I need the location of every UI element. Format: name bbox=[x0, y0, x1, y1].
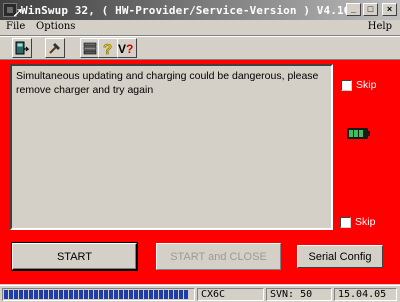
menu-help[interactable]: Help bbox=[368, 20, 392, 34]
minimize-button[interactable]: _ bbox=[346, 3, 361, 16]
progress-segment bbox=[179, 290, 183, 299]
toolbar: ? V ? bbox=[0, 35, 400, 60]
phone-battery-icon bbox=[347, 128, 370, 139]
window-controls: _ □ × bbox=[346, 3, 397, 16]
help-button[interactable]: ? bbox=[98, 38, 118, 58]
close-button[interactable]: × bbox=[382, 3, 397, 16]
status-svn: SVN: 50 bbox=[266, 288, 332, 301]
progress-segment bbox=[79, 290, 83, 299]
skip-top-option[interactable]: Skip bbox=[341, 79, 376, 91]
hammer-icon bbox=[49, 43, 60, 54]
mouse-cursor-icon: ➚ bbox=[12, 4, 24, 20]
progress-bar bbox=[2, 288, 195, 301]
skip-bottom-checkbox[interactable] bbox=[340, 216, 351, 228]
skip-bottom-option[interactable]: Skip bbox=[340, 216, 375, 228]
books-icon bbox=[83, 42, 97, 55]
menu-file[interactable]: File bbox=[6, 20, 25, 34]
serial-config-button[interactable]: Serial Config bbox=[297, 245, 383, 268]
progress-segment bbox=[44, 290, 48, 299]
message-box[interactable]: Simultaneous updating and charging could… bbox=[10, 64, 333, 230]
skip-top-checkbox[interactable] bbox=[341, 79, 352, 91]
progress-segment bbox=[149, 290, 153, 299]
main-panel: Simultaneous updating and charging could… bbox=[0, 60, 400, 284]
progress-segment bbox=[39, 290, 43, 299]
progress-segment bbox=[144, 290, 148, 299]
progress-segment bbox=[134, 290, 138, 299]
application-window: WinSwup 32, ( HW-Provider/Service-Versio… bbox=[0, 0, 400, 302]
progress-segment bbox=[114, 290, 118, 299]
progress-segment bbox=[124, 290, 128, 299]
progress-segment bbox=[109, 290, 113, 299]
version-query-button[interactable]: V ? bbox=[117, 38, 137, 58]
question-icon: ? bbox=[103, 41, 113, 56]
progress-segment bbox=[174, 290, 178, 299]
progress-segment bbox=[84, 290, 88, 299]
progress-segment bbox=[19, 290, 23, 299]
skip-top-label: Skip bbox=[356, 79, 377, 91]
window-title: WinSwup 32, ( HW-Provider/Service-Versio… bbox=[21, 3, 351, 17]
hammer-button[interactable] bbox=[45, 38, 65, 58]
skip-bottom-label: Skip bbox=[355, 216, 376, 228]
progress-segment bbox=[29, 290, 33, 299]
start-button[interactable]: START bbox=[12, 243, 137, 270]
progress-segment bbox=[49, 290, 53, 299]
maximize-button[interactable]: □ bbox=[363, 3, 378, 16]
progress-segment bbox=[154, 290, 158, 299]
progress-segment bbox=[94, 290, 98, 299]
progress-segment bbox=[164, 290, 168, 299]
status-model: CX6C bbox=[197, 288, 264, 301]
progress-segment bbox=[24, 290, 28, 299]
progress-segment bbox=[69, 290, 73, 299]
progress-segment bbox=[104, 290, 108, 299]
books-button[interactable] bbox=[80, 38, 100, 58]
progress-segment bbox=[184, 290, 188, 299]
phone-connect-icon bbox=[15, 41, 30, 55]
progress-segment bbox=[34, 290, 38, 299]
svg-text:?: ? bbox=[126, 42, 133, 56]
progress-segment bbox=[4, 290, 8, 299]
progress-segment bbox=[89, 290, 93, 299]
title-bar[interactable]: WinSwup 32, ( HW-Provider/Service-Versio… bbox=[0, 0, 400, 20]
progress-segment bbox=[9, 290, 13, 299]
progress-segment bbox=[159, 290, 163, 299]
progress-segment bbox=[139, 290, 143, 299]
progress-segment bbox=[129, 290, 133, 299]
menu-options[interactable]: Options bbox=[36, 20, 75, 34]
start-and-close-button[interactable]: START and CLOSE bbox=[156, 243, 281, 270]
svg-text:?: ? bbox=[103, 41, 112, 56]
svg-text:V: V bbox=[118, 42, 126, 56]
status-bar: CX6C SVN: 50 15.04.05 bbox=[0, 285, 400, 302]
progress-segment bbox=[74, 290, 78, 299]
phone-connect-button[interactable] bbox=[12, 38, 32, 58]
progress-segment bbox=[99, 290, 103, 299]
progress-segment bbox=[169, 290, 173, 299]
message-text: Simultaneous updating and charging could… bbox=[16, 70, 319, 96]
menu-bar: File Options Help bbox=[0, 20, 400, 34]
version-query-icon: V ? bbox=[118, 42, 133, 56]
progress-segment bbox=[59, 290, 63, 299]
progress-segment bbox=[14, 290, 18, 299]
progress-segment bbox=[119, 290, 123, 299]
status-date: 15.04.05 bbox=[334, 288, 397, 301]
progress-segment bbox=[64, 290, 68, 299]
progress-segment bbox=[54, 290, 58, 299]
